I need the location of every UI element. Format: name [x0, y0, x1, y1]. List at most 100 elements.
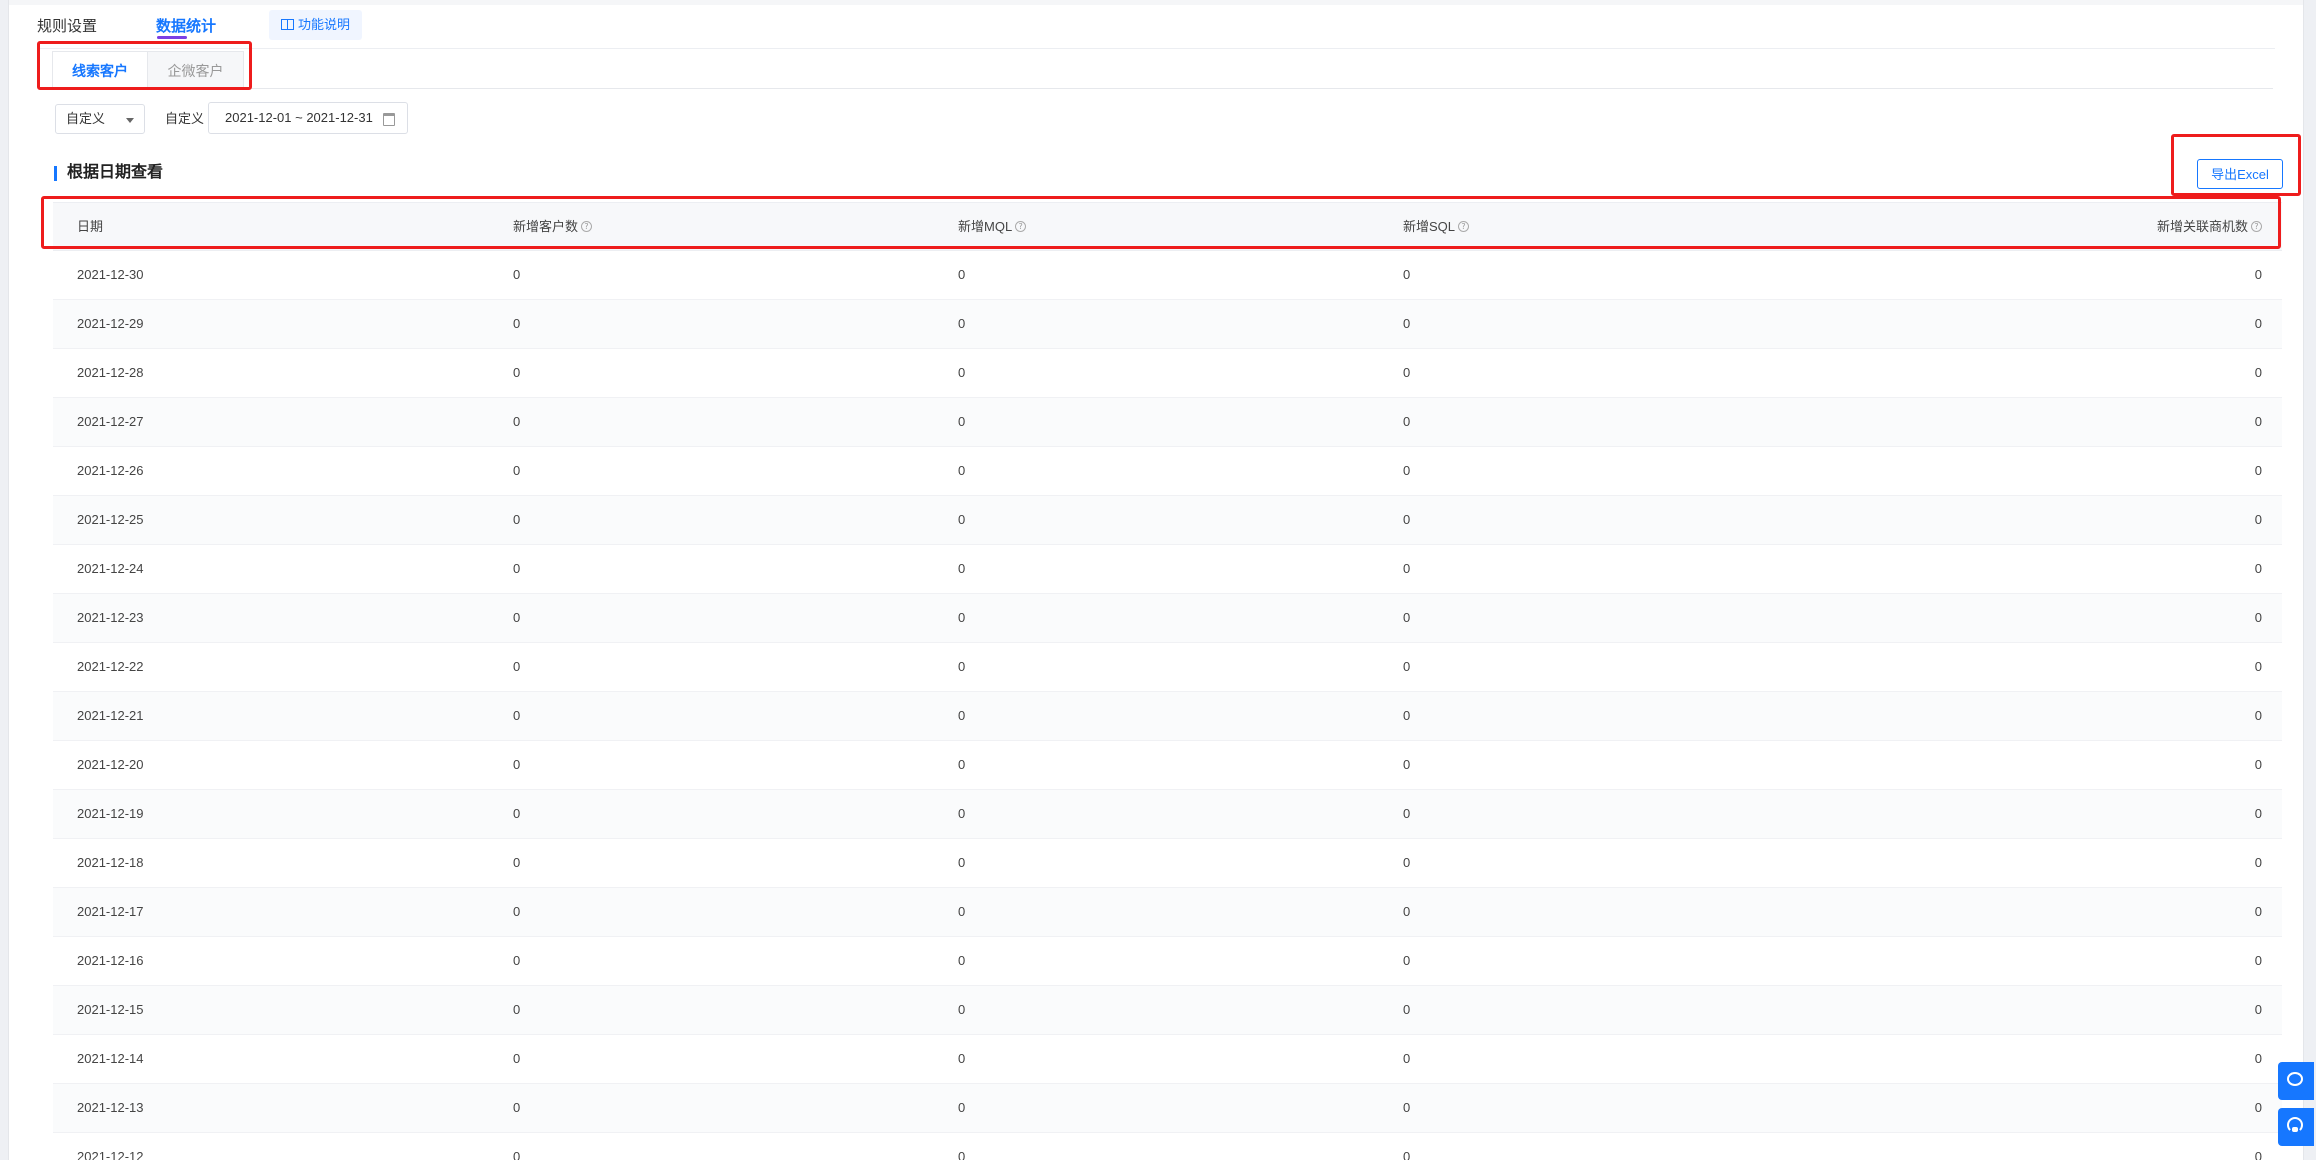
cell-new-customers: 0 — [513, 561, 521, 576]
chat-button[interactable] — [2278, 1062, 2314, 1100]
tab-data-statistics[interactable]: 数据统计 — [156, 16, 216, 38]
cell-new-mql: 0 — [958, 1002, 966, 1017]
section-title-bar — [54, 166, 57, 181]
cell-new-customers: 0 — [513, 904, 521, 919]
cell-new-mql: 0 — [958, 904, 966, 919]
cell-new-mql: 0 — [958, 414, 966, 429]
subtab-wecom-customers[interactable]: 企微客户 — [148, 51, 244, 89]
cell-new-customers: 0 — [513, 855, 521, 870]
period-select-value: 自定义 — [66, 111, 106, 126]
cell-new-mql: 0 — [958, 610, 966, 625]
cell-new-mql: 0 — [958, 365, 966, 380]
header-new-opportunities: 新增关联商机数? — [2157, 203, 2262, 250]
table-row: 2021-12-28 0 0 0 0 — [53, 349, 2282, 398]
cell-date: 2021-12-22 — [77, 659, 144, 674]
subtab-lead-customers[interactable]: 线索客户 — [52, 51, 148, 89]
cell-date: 2021-12-26 — [77, 463, 144, 478]
help-link[interactable]: 功能说明 — [269, 10, 363, 40]
cell-new-sql: 0 — [1403, 659, 1411, 674]
cell-date: 2021-12-20 — [77, 757, 144, 772]
tab-rules-settings[interactable]: 规则设置 — [37, 16, 97, 38]
cell-new-sql: 0 — [1403, 512, 1411, 527]
date-range-label: 自定义 — [165, 111, 205, 126]
help-link-label: 功能说明 — [298, 17, 351, 32]
header-new-customers-label: 新增客户数 — [513, 219, 579, 234]
page: 规则设置 数据统计 功能说明 线索客户 企微客户 自定义 自定义 2021-12… — [8, 0, 2304, 1160]
cell-new-mql: 0 — [958, 757, 966, 772]
cell-date: 2021-12-24 — [77, 561, 144, 576]
cell-new-mql: 0 — [958, 561, 966, 576]
table-header: 日期 新增客户数? 新增MQL? 新增SQL? 新增关联商机数? — [53, 202, 2282, 251]
table-row: 2021-12-15 0 0 0 0 — [53, 986, 2282, 1035]
period-select[interactable]: 自定义 — [55, 104, 145, 134]
cell-new-customers: 0 — [513, 1002, 521, 1017]
cell-new-mql: 0 — [958, 855, 966, 870]
cell-new-sql: 0 — [1403, 463, 1411, 478]
cell-date: 2021-12-13 — [77, 1100, 144, 1115]
header-new-sql: 新增SQL? — [1403, 203, 1470, 250]
cell-new-sql: 0 — [1403, 757, 1411, 772]
cell-new-mql: 0 — [958, 708, 966, 723]
cell-date: 2021-12-16 — [77, 953, 144, 968]
cell-date: 2021-12-15 — [77, 1002, 144, 1017]
cell-date: 2021-12-19 — [77, 806, 144, 821]
cell-new-opps: 0 — [2254, 512, 2262, 527]
cell-date: 2021-12-21 — [77, 708, 144, 723]
question-circle-icon[interactable]: ? — [1458, 221, 1470, 233]
active-tab-indicator — [157, 36, 187, 39]
cell-new-sql: 0 — [1403, 414, 1411, 429]
cell-new-customers: 0 — [513, 757, 521, 772]
question-circle-icon[interactable]: ? — [1015, 221, 1027, 233]
cell-new-sql: 0 — [1403, 904, 1411, 919]
cell-date: 2021-12-17 — [77, 904, 144, 919]
book-icon — [281, 19, 294, 30]
cell-new-customers: 0 — [513, 1149, 521, 1160]
table-row: 2021-12-14 0 0 0 0 — [53, 1035, 2282, 1084]
cell-new-customers: 0 — [513, 806, 521, 821]
question-circle-icon[interactable]: ? — [2251, 221, 2262, 233]
cell-new-opps: 0 — [2254, 953, 2262, 968]
cell-new-mql: 0 — [958, 953, 966, 968]
cell-new-opps: 0 — [2254, 316, 2262, 331]
header-new-customers: 新增客户数? — [513, 203, 593, 250]
cell-new-opps: 0 — [2254, 1002, 2262, 1017]
cell-new-opps: 0 — [2254, 904, 2262, 919]
header-new-mql: 新增MQL? — [958, 203, 1027, 250]
cell-new-sql: 0 — [1403, 1149, 1411, 1160]
support-button[interactable] — [2278, 1108, 2314, 1146]
cell-new-opps: 0 — [2254, 1051, 2262, 1066]
cell-new-mql: 0 — [958, 267, 966, 282]
cell-new-sql: 0 — [1403, 708, 1411, 723]
table-row: 2021-12-19 0 0 0 0 — [53, 790, 2282, 839]
cell-new-customers: 0 — [513, 512, 521, 527]
header-new-opportunities-label: 新增关联商机数 — [2156, 219, 2248, 234]
cell-new-sql: 0 — [1403, 1051, 1411, 1066]
cell-new-customers: 0 — [513, 708, 521, 723]
cell-new-customers: 0 — [513, 953, 521, 968]
date-range-picker[interactable]: 2021-12-01 ~ 2021-12-31 — [208, 102, 408, 134]
cell-new-customers: 0 — [513, 1051, 521, 1066]
calendar-icon — [383, 113, 395, 126]
cell-date: 2021-12-25 — [77, 512, 144, 527]
cell-date: 2021-12-18 — [77, 855, 144, 870]
cell-new-opps: 0 — [2254, 267, 2262, 282]
cell-date: 2021-12-27 — [77, 414, 144, 429]
cell-new-sql: 0 — [1403, 316, 1411, 331]
cell-new-sql: 0 — [1403, 855, 1411, 870]
cell-new-opps: 0 — [2254, 1100, 2262, 1115]
cell-new-mql: 0 — [958, 659, 966, 674]
export-excel-button[interactable]: 导出Excel — [2197, 159, 2283, 189]
cell-new-mql: 0 — [958, 806, 966, 821]
cell-new-customers: 0 — [513, 1100, 521, 1115]
cell-new-customers: 0 — [513, 414, 521, 429]
cell-new-mql: 0 — [958, 463, 966, 478]
table-row: 2021-12-12 0 0 0 0 — [53, 1133, 2282, 1160]
cell-new-customers: 0 — [513, 267, 521, 282]
cell-date: 2021-12-14 — [77, 1051, 144, 1066]
sub-tabs: 线索客户 企微客户 — [52, 51, 244, 89]
top-divider — [37, 48, 2275, 49]
cell-date: 2021-12-23 — [77, 610, 144, 625]
cell-new-sql: 0 — [1403, 1100, 1411, 1115]
table-row: 2021-12-23 0 0 0 0 — [53, 594, 2282, 643]
question-circle-icon[interactable]: ? — [581, 221, 593, 233]
